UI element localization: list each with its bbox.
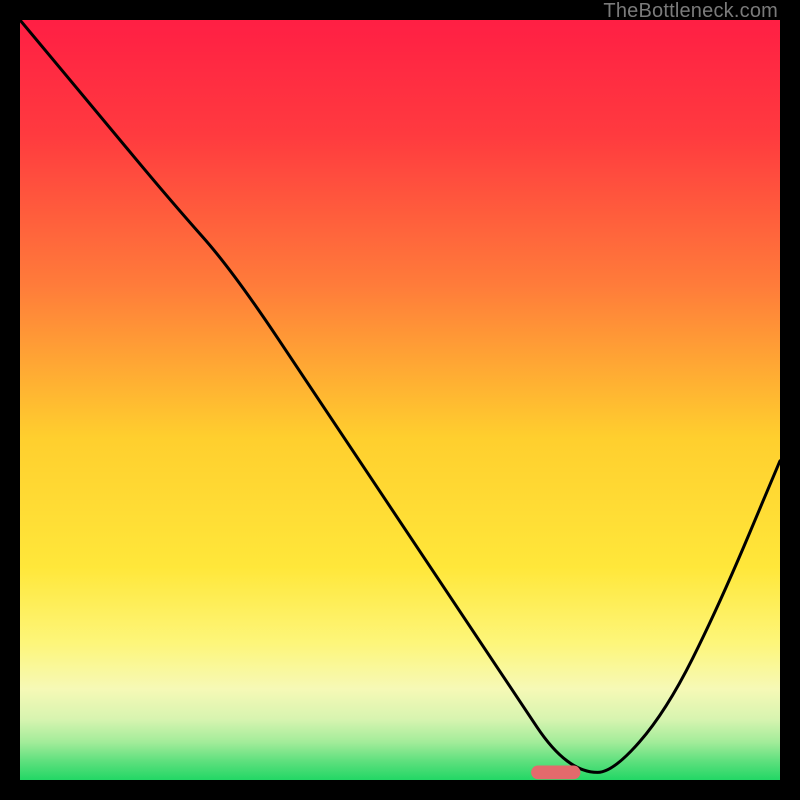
watermark-text: TheBottleneck.com: [603, 0, 778, 23]
plot-background: [20, 20, 780, 780]
target-pill: [531, 766, 580, 780]
chart-frame: [20, 20, 780, 780]
chart-svg: [20, 20, 780, 780]
